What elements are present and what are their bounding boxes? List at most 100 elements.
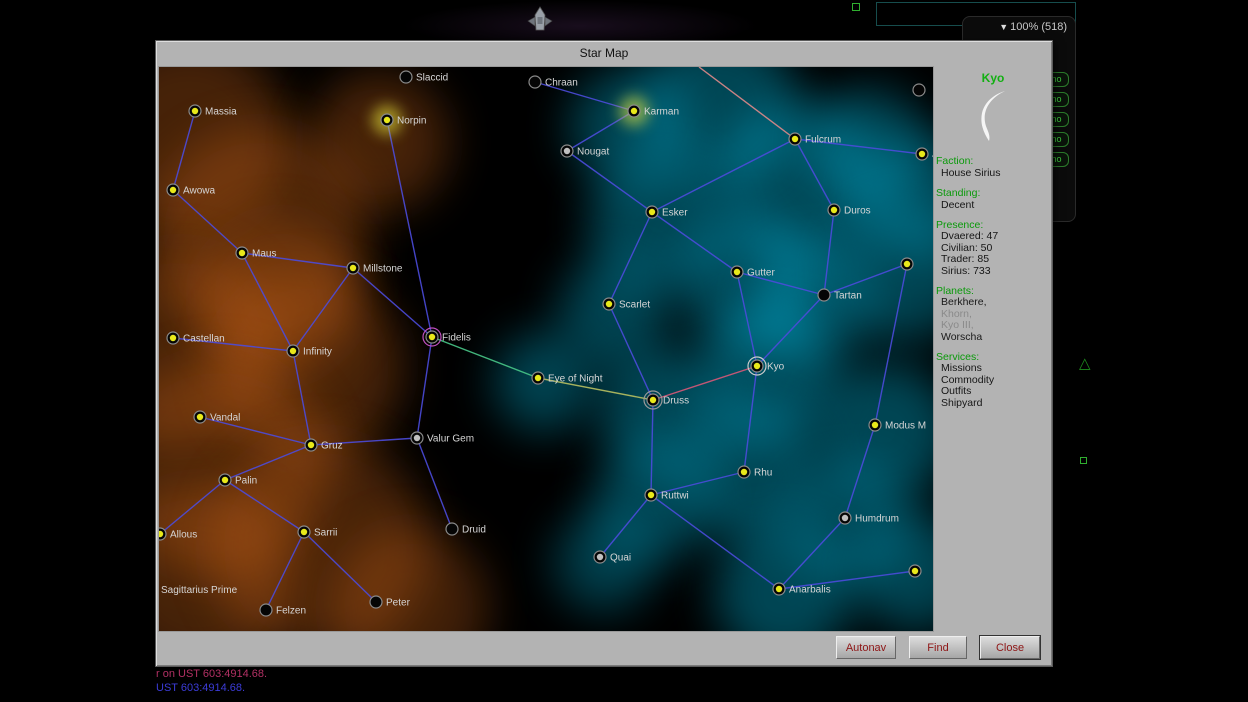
map-system-label: Palin <box>235 476 257 487</box>
map-system-fulcrum[interactable]: Fulcrum <box>789 133 841 146</box>
nav-triangle-icon: △ <box>1079 356 1091 371</box>
map-system-label: Gruz <box>321 441 343 452</box>
map-system-chraan[interactable]: Chraan <box>529 76 578 89</box>
presence-list: Dvaered: 47Civilian: 50Trader: 85Sirius:… <box>936 231 1050 277</box>
map-system-vandal[interactable]: Vandal <box>194 411 240 424</box>
map-system-label: Castellan <box>183 334 225 345</box>
hud-ammo-total: 100% (518) <box>1010 21 1067 33</box>
map-system-nougat[interactable]: Nougat <box>561 145 609 158</box>
map-system-label: Fidelis <box>442 333 471 344</box>
hud-header: ▼100% (518) <box>963 17 1075 33</box>
map-system-ruttwi[interactable]: Ruttwi <box>645 489 689 502</box>
map-system-awowa[interactable]: Awowa <box>167 184 215 197</box>
map-system-gruz[interactable]: Gruz <box>305 439 343 452</box>
map-system-label: Modus M <box>885 421 926 432</box>
map-system-slaccid[interactable]: Slaccid <box>400 71 448 84</box>
game-screen: ▼100% (518) nnonnonnonnonno △ Star Map S… <box>0 0 1248 702</box>
map-system-norpin[interactable]: Norpin <box>381 114 426 127</box>
sirius-faction-logo <box>978 90 1008 147</box>
map-system-label: Kyo <box>767 362 785 373</box>
map-system-karman[interactable]: Karman <box>628 105 679 118</box>
map-system-millstone[interactable]: Millstone <box>347 262 403 275</box>
system-info-panel: Kyo Faction: House Sirius Standing: Dece… <box>936 71 1050 409</box>
map-system-label: Gutter <box>747 268 775 279</box>
planet-item: Worscha <box>941 332 1050 344</box>
button-row: Autonav Find Close <box>836 636 1040 659</box>
services-list: MissionsCommodityOutfitsShipyard <box>936 363 1050 409</box>
star-map[interactable]: Slaccid Chraan Massia Norpin Karman Fulcrum Ja… <box>158 66 934 632</box>
map-system-label: Chraan <box>545 78 578 89</box>
map-system-label: Millstone <box>363 264 403 275</box>
map-system-modus-m[interactable]: Modus M <box>869 419 926 432</box>
map-system-valur-gem[interactable]: Valur Gem <box>411 432 474 445</box>
map-system-label: Humdrum <box>855 514 899 525</box>
map-system-maus[interactable]: Maus <box>236 247 276 260</box>
map-system-label: Scarlet <box>619 300 650 311</box>
standing-value: Decent <box>941 199 1050 211</box>
faction-label: Faction: <box>936 155 1050 167</box>
map-system-label: Rhu <box>754 468 772 479</box>
map-system-unnamed[interactable] <box>909 565 921 577</box>
player-ship-icon <box>522 5 558 40</box>
planet-item: Kyo III, <box>941 320 1050 332</box>
map-system-label: Eye of Night <box>548 374 603 385</box>
close-button[interactable]: Close <box>980 636 1040 659</box>
map-system-humdrum[interactable]: Humdrum <box>839 512 899 525</box>
service-item: Missions <box>941 363 1050 375</box>
map-system-scarlet[interactable]: Scarlet <box>603 298 650 311</box>
map-system-label: Massia <box>205 107 237 118</box>
star-map-svg[interactable]: Slaccid Chraan Massia Norpin Karman Fulcrum Ja… <box>159 67 933 631</box>
faction-value: House Sirius <box>941 167 1050 179</box>
map-system-druid[interactable]: Druid <box>446 523 486 536</box>
map-system-castellan[interactable]: Castellan <box>167 332 225 345</box>
star-map-window: Star Map SlaccidChraanMassiaNorpinKarman… <box>155 40 1053 667</box>
map-system-label: Nougat <box>577 147 609 158</box>
map-system-label: Ruttwi <box>661 491 689 502</box>
map-system-fidelis[interactable]: Fidelis <box>423 328 471 346</box>
map-system-label: Anarbalis <box>789 585 831 596</box>
map-system-tartan[interactable]: Tartan <box>818 289 862 302</box>
map-system-label: Allous <box>170 530 197 541</box>
autonav-button[interactable]: Autonav <box>836 636 896 659</box>
map-system-label: Awowa <box>183 186 215 197</box>
map-system-felzen[interactable]: Felzen <box>260 604 306 617</box>
map-system-label: Norpin <box>397 116 426 127</box>
map-system-label: Jac <box>932 150 933 161</box>
map-system-sarrii[interactable]: Sarrii <box>298 526 337 539</box>
map-system-unnamed[interactable] <box>901 258 913 270</box>
map-system-palin[interactable]: Palin <box>219 474 257 487</box>
map-system-peter[interactable]: Peter <box>370 596 411 609</box>
planet-item: Berkhere, <box>941 297 1050 309</box>
map-system-quai[interactable]: Quai <box>594 551 631 564</box>
map-system-label: Duros <box>844 206 871 217</box>
map-system-esker[interactable]: Esker <box>646 206 688 219</box>
service-item: Outfits <box>941 386 1050 398</box>
map-system-label: Valur Gem <box>427 434 474 445</box>
map-system-label: Peter <box>386 598 411 609</box>
map-system-eye-of-night[interactable]: Eye of Night <box>532 372 603 385</box>
map-system-label: Quai <box>610 553 631 564</box>
map-system-massia[interactable]: Massia <box>189 105 237 118</box>
nav-square-icon <box>1080 457 1087 464</box>
map-system-label: Sarrii <box>314 528 337 539</box>
presence-item: Sirius: 733 <box>941 266 1050 278</box>
map-system-label: Esker <box>662 208 688 219</box>
service-item: Shipyard <box>941 398 1050 410</box>
map-system-infinity[interactable]: Infinity <box>287 345 332 358</box>
map-system-label: Slaccid <box>416 73 448 84</box>
map-system-label: Felzen <box>276 606 306 617</box>
radar-blip-square <box>852 3 860 11</box>
map-system-unnamed[interactable] <box>913 84 925 96</box>
map-system-label: Fulcrum <box>805 135 841 146</box>
presence-item: Trader: 85 <box>941 254 1050 266</box>
selected-system-name: Kyo <box>936 71 1050 85</box>
find-button[interactable]: Find <box>909 636 967 659</box>
map-floating-label: Sagittarius Prime <box>161 585 238 596</box>
map-system-label: Tartan <box>834 291 862 302</box>
map-system-label: Druss <box>663 396 689 407</box>
map-system-gutter[interactable]: Gutter <box>731 266 775 279</box>
map-system-duros[interactable]: Duros <box>828 204 871 217</box>
map-system-rhu[interactable]: Rhu <box>738 466 772 479</box>
planets-list: Berkhere,Khorn,Kyo III,Worscha <box>936 297 1050 343</box>
map-system-anarbalis[interactable]: Anarbalis <box>773 583 831 596</box>
